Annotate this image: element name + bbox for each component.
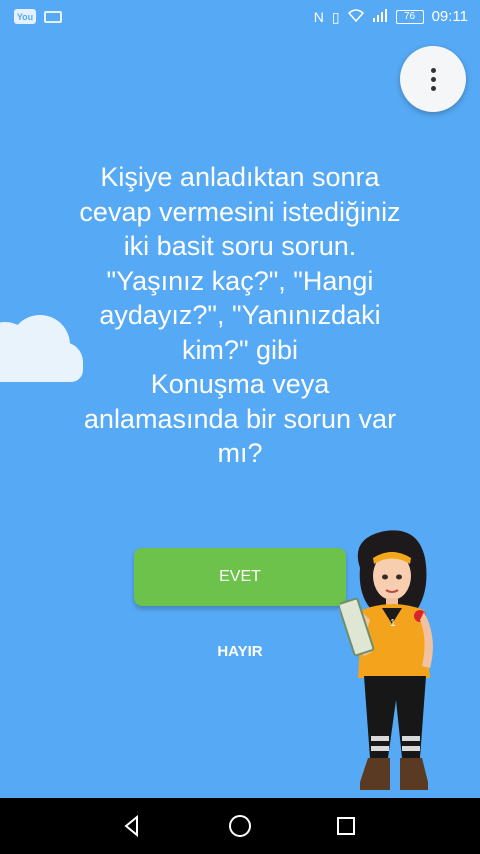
question-line: "Yaşınız kaç?", "Hangi [106, 265, 374, 296]
youtube-icon: You [14, 9, 36, 24]
signal-icon [372, 8, 388, 25]
clock: 09:11 [431, 8, 468, 25]
battery-icon: 76 [395, 9, 424, 24]
vibrate-icon: ▯ [331, 8, 340, 25]
home-icon[interactable] [210, 798, 270, 854]
question-line: kim?" gibi [181, 334, 299, 365]
question-line: Kişiye anladıktan sonra [100, 162, 380, 192]
question-line: iki basit soru sorun. [123, 231, 357, 261]
question-line: aydayız?", "Yanınızdaki [99, 300, 381, 330]
question-text: Kişiye anladıktan sonra cevap vermesini … [40, 160, 440, 471]
question-line: Konuşma veya [150, 369, 330, 399]
yes-button[interactable]: EVET [134, 548, 346, 606]
app-screen: You N ▯ 76 09:11 Kişiye anladıktan sonra… [0, 0, 480, 854]
status-bar: You N ▯ 76 09:11 [0, 0, 480, 34]
no-button[interactable]: HAYIR [180, 636, 300, 666]
navigation-bar [0, 798, 480, 854]
laptop-icon [44, 10, 62, 23]
question-line: anlamasında bir sorun var [83, 403, 397, 434]
question-line: mı? [217, 438, 263, 468]
badge-number: 1 [390, 618, 396, 629]
more-options-button[interactable] [400, 46, 466, 112]
question-line: cevap vermesini istediğiniz [79, 196, 401, 227]
back-icon[interactable] [102, 798, 162, 854]
recents-icon[interactable] [316, 798, 376, 854]
wifi-icon [347, 8, 364, 25]
more-vert-icon [430, 67, 436, 73]
nfc-icon: N [313, 8, 324, 25]
paramedic-character-illustration: 1 [340, 530, 433, 790]
